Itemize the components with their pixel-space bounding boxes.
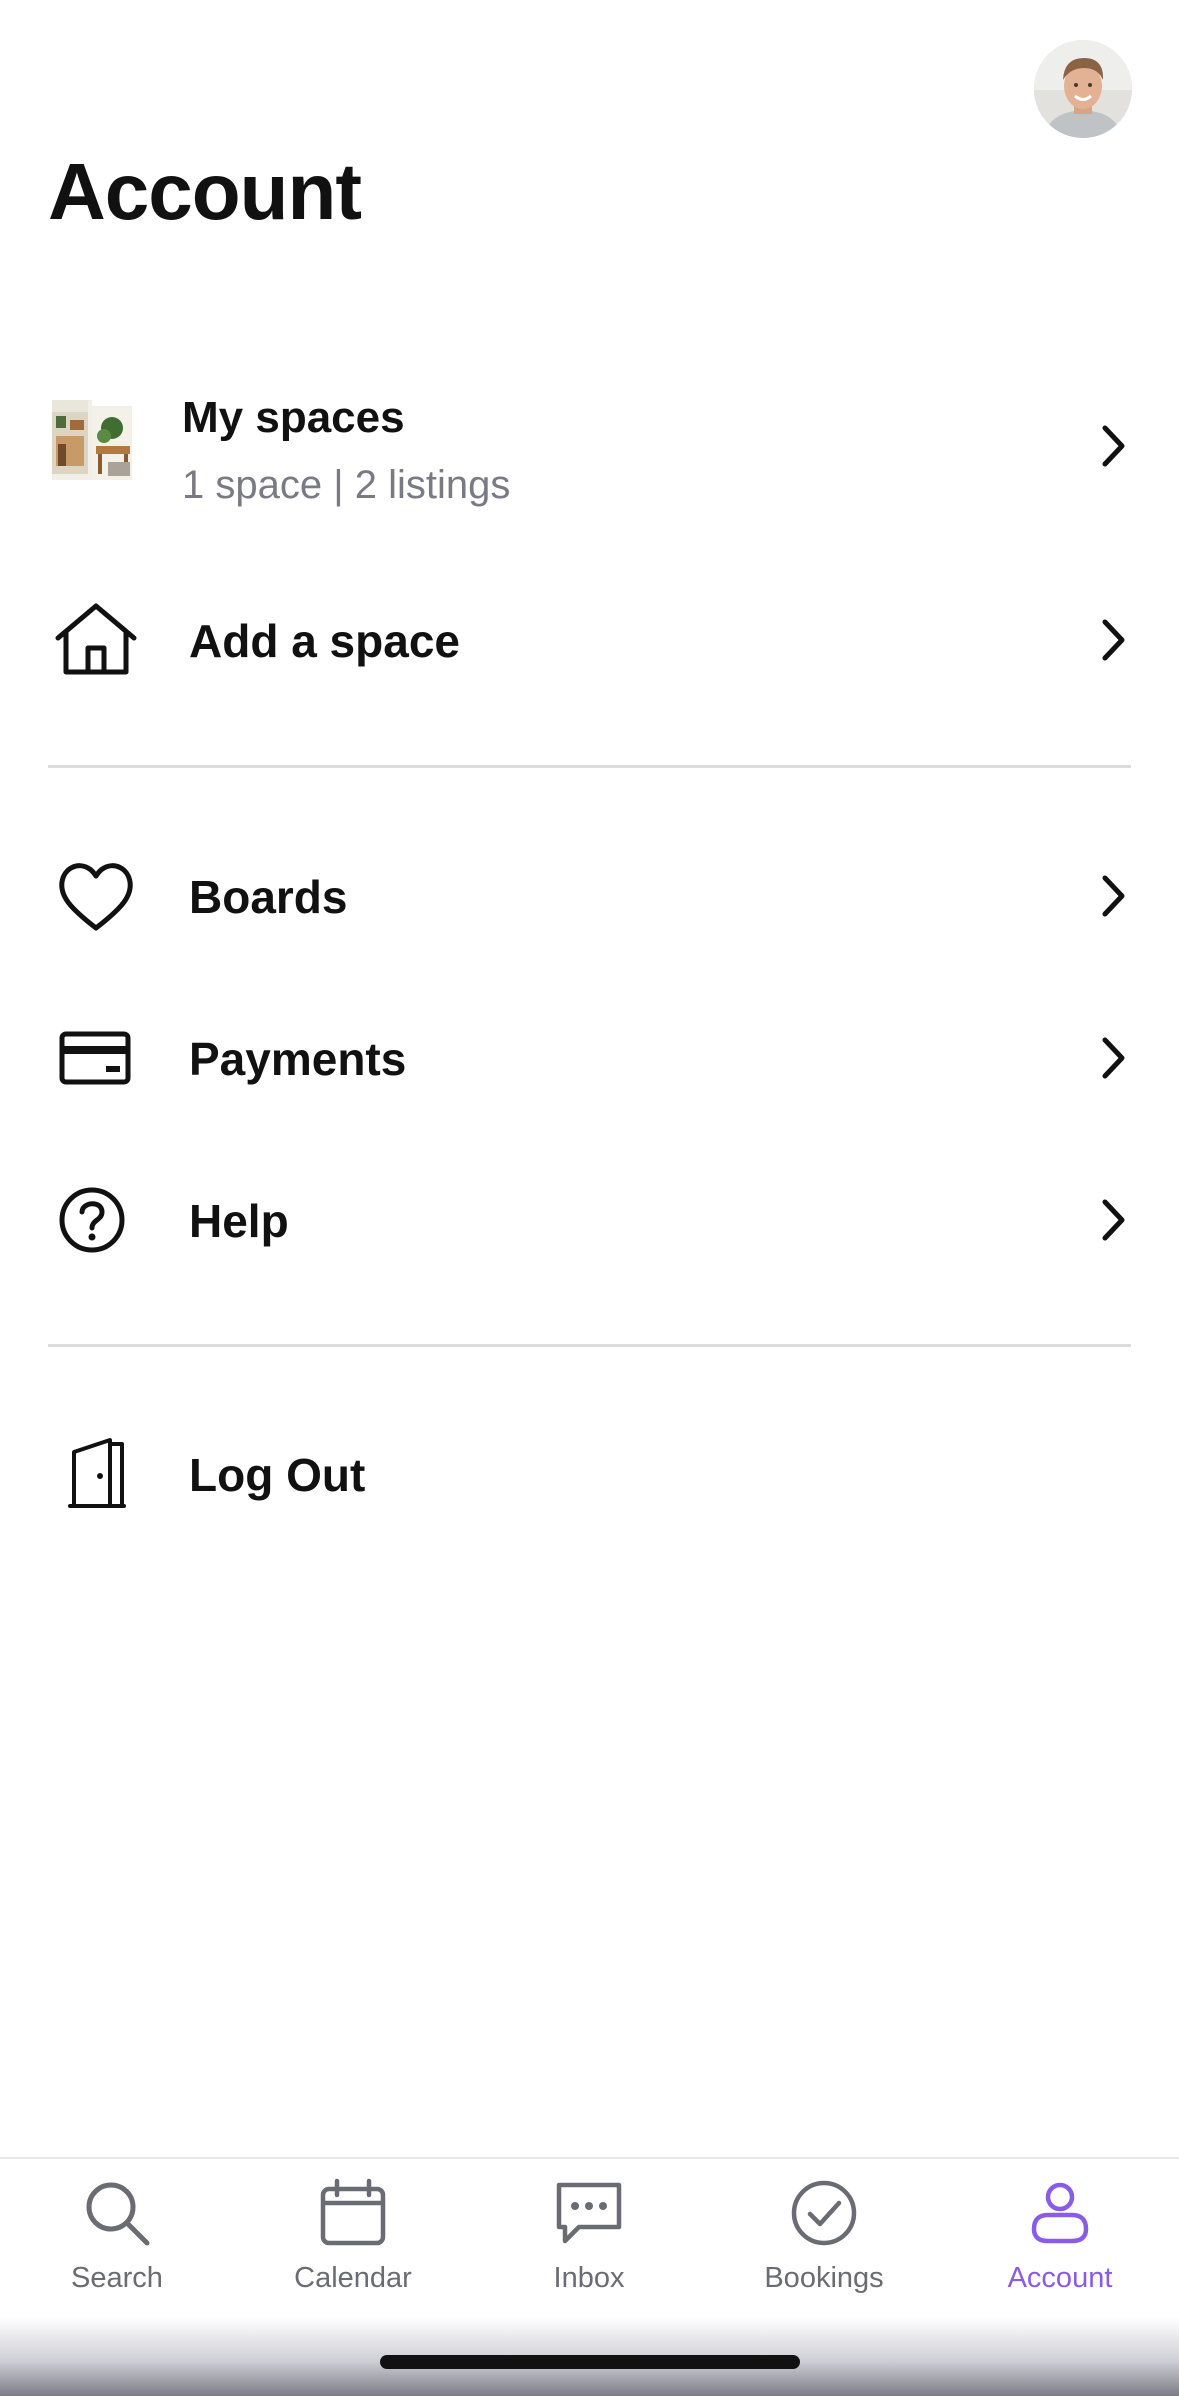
add-space-label: Add a space bbox=[189, 615, 460, 667]
space-thumbnail bbox=[52, 400, 132, 480]
tab-bookings-label: Bookings bbox=[764, 2262, 884, 2294]
chevron-right-icon bbox=[1102, 1199, 1125, 1241]
section-divider bbox=[48, 765, 1131, 768]
calendar-icon bbox=[320, 2178, 386, 2246]
boards-label: Boards bbox=[189, 871, 348, 923]
tab-inbox-label: Inbox bbox=[553, 2262, 625, 2294]
home-indicator[interactable] bbox=[380, 2355, 800, 2369]
tab-inbox[interactable]: Inbox bbox=[489, 2159, 689, 2319]
chat-icon bbox=[556, 2182, 622, 2244]
credit-card-icon bbox=[59, 1031, 131, 1085]
person-icon bbox=[1031, 2182, 1089, 2244]
logout-row[interactable]: Log Out bbox=[0, 1414, 1179, 1534]
logout-label: Log Out bbox=[189, 1449, 366, 1501]
chevron-right-icon bbox=[1102, 425, 1125, 467]
my-spaces-label: My spaces bbox=[182, 393, 405, 442]
my-spaces-subtitle: 1 space | 2 listings bbox=[182, 463, 511, 507]
avatar[interactable] bbox=[1034, 40, 1132, 138]
avatar-photo-icon bbox=[1034, 40, 1132, 138]
chevron-right-icon bbox=[1102, 875, 1125, 917]
tab-account-label: Account bbox=[1007, 2262, 1113, 2294]
help-row[interactable]: Help bbox=[0, 1160, 1179, 1280]
tab-bookings[interactable]: Bookings bbox=[724, 2159, 924, 2319]
bottom-tab-bar: Search Calendar Inbox Bookings Account bbox=[0, 2157, 1179, 2319]
section-divider bbox=[48, 1344, 1131, 1347]
house-icon bbox=[55, 603, 137, 675]
question-circle-icon bbox=[59, 1187, 125, 1253]
payments-label: Payments bbox=[189, 1033, 407, 1085]
boards-row[interactable]: Boards bbox=[0, 836, 1179, 956]
tab-search-label: Search bbox=[71, 2262, 163, 2294]
door-icon bbox=[68, 1438, 126, 1508]
tab-search[interactable]: Search bbox=[17, 2159, 217, 2319]
tab-calendar[interactable]: Calendar bbox=[253, 2159, 453, 2319]
tab-calendar-label: Calendar bbox=[294, 2262, 412, 2294]
add-space-row[interactable]: Add a space bbox=[0, 580, 1179, 700]
page-title: Account bbox=[48, 147, 362, 236]
search-icon bbox=[86, 2182, 150, 2246]
help-label: Help bbox=[189, 1195, 289, 1247]
tab-account[interactable]: Account bbox=[960, 2159, 1160, 2319]
check-circle-icon bbox=[791, 2180, 857, 2246]
chevron-right-icon bbox=[1102, 619, 1125, 661]
chevron-right-icon bbox=[1102, 1037, 1125, 1079]
heart-icon bbox=[59, 863, 133, 931]
payments-row[interactable]: Payments bbox=[0, 998, 1179, 1118]
my-spaces-row[interactable]: My spaces 1 space | 2 listings bbox=[0, 370, 1179, 520]
